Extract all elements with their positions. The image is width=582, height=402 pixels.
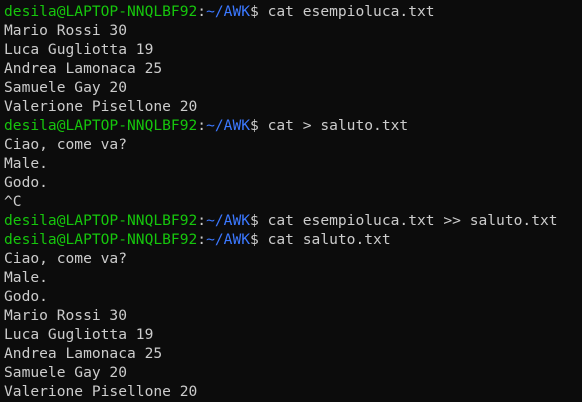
prompt-line: desila@LAPTOP-NNQLBF92:~/AWK$ cat > salu… (4, 116, 582, 135)
prompt-user-host: desila@LAPTOP-NNQLBF92 (4, 212, 198, 229)
output-line: Valerione Pisellone 20 (4, 383, 198, 400)
prompt-path: ~/AWK (206, 3, 251, 20)
prompt-symbol: $ (250, 231, 268, 248)
prompt-path: ~/AWK (206, 212, 251, 229)
output-line: Andrea Lamonaca 25 (4, 60, 163, 77)
output-line: Valerione Pisellone 20 (4, 98, 198, 115)
output-line: Male. (4, 155, 48, 172)
output-line: Andrea Lamonaca 25 (4, 345, 163, 362)
prompt-line: desila@LAPTOP-NNQLBF92:~/AWK$ cat esempi… (4, 211, 582, 230)
command-text: cat esempioluca.txt (267, 3, 435, 20)
output-line: Samuele Gay 20 (4, 364, 128, 381)
output-line: Male. (4, 269, 48, 286)
prompt-separator: : (197, 231, 207, 248)
terminal-window[interactable]: desila@LAPTOP-NNQLBF92:~/AWK$ cat esempi… (0, 0, 582, 402)
command-text: cat saluto.txt (267, 231, 391, 248)
prompt-separator: : (197, 212, 207, 229)
output-line: Luca Gugliotta 19 (4, 41, 154, 58)
prompt-path: ~/AWK (206, 231, 251, 248)
command-text: cat > saluto.txt (267, 117, 409, 134)
prompt-line: desila@LAPTOP-NNQLBF92:~/AWK$ cat esempi… (4, 2, 582, 21)
output-line: Godo. (4, 174, 48, 191)
output-line: Ciao, come va? (4, 136, 128, 153)
prompt-symbol: $ (250, 117, 268, 134)
output-line: Samuele Gay 20 (4, 79, 128, 96)
output-line: Luca Gugliotta 19 (4, 326, 154, 343)
prompt-line: desila@LAPTOP-NNQLBF92:~/AWK$ cat saluto… (4, 230, 582, 249)
output-line: Mario Rossi 30 (4, 307, 128, 324)
command-text: cat esempioluca.txt >> saluto.txt (267, 212, 558, 229)
output-line: Mario Rossi 30 (4, 22, 128, 39)
prompt-separator: : (197, 3, 207, 20)
output-line: Ciao, come va? (4, 250, 128, 267)
prompt-separator: : (197, 117, 207, 134)
prompt-symbol: $ (250, 212, 268, 229)
prompt-user-host: desila@LAPTOP-NNQLBF92 (4, 3, 198, 20)
prompt-symbol: $ (250, 3, 268, 20)
prompt-path: ~/AWK (206, 117, 251, 134)
prompt-user-host: desila@LAPTOP-NNQLBF92 (4, 117, 198, 134)
output-line: ^C (4, 193, 22, 210)
prompt-user-host: desila@LAPTOP-NNQLBF92 (4, 231, 198, 248)
output-line: Godo. (4, 288, 48, 305)
